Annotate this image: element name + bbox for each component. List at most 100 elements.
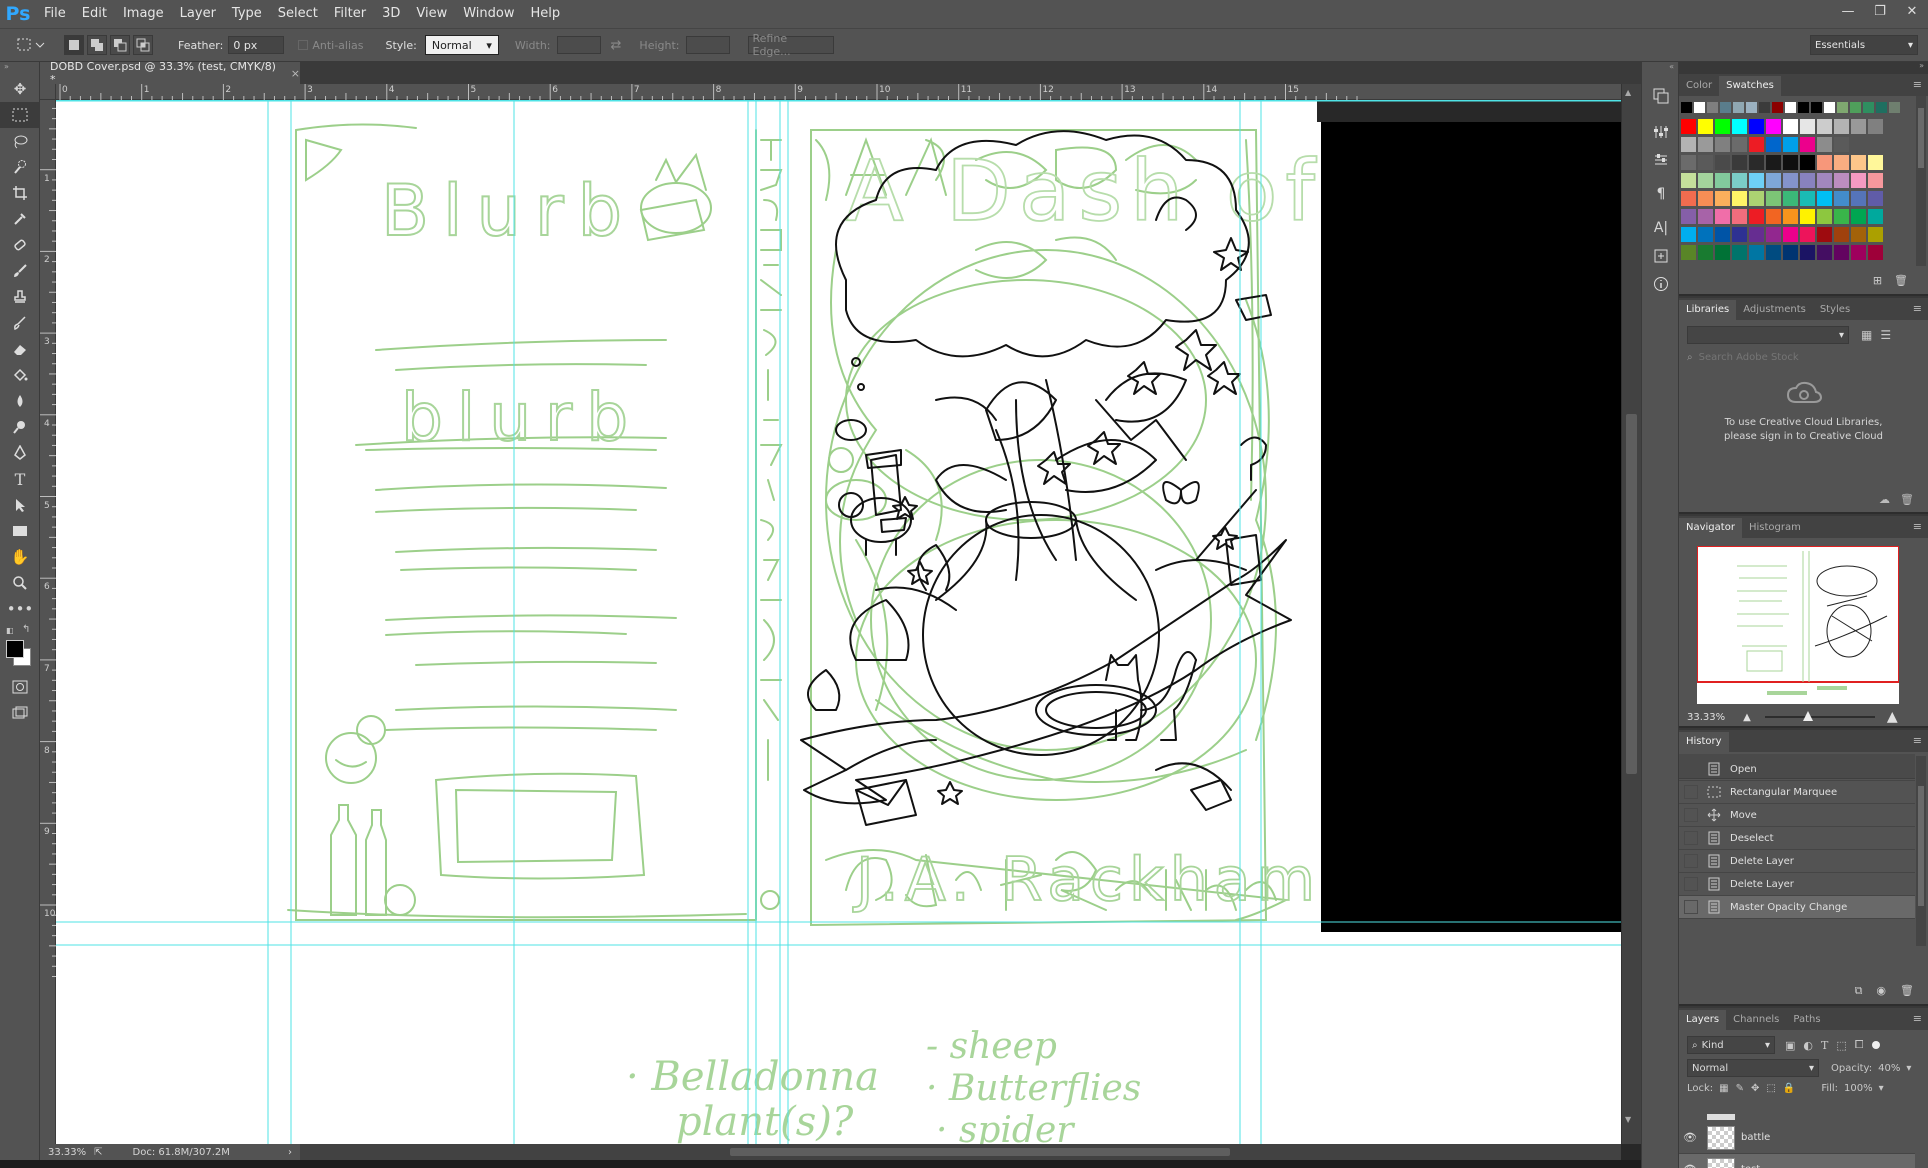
swatch[interactable] [1876,102,1887,113]
swatch[interactable] [1732,155,1747,170]
swatch[interactable] [1732,119,1747,134]
vertical-scrollbar[interactable]: ▲ ▼ [1621,84,1641,1144]
menu-file[interactable]: File [36,0,74,28]
swatch[interactable] [1783,173,1798,188]
swatch[interactable] [1817,227,1832,242]
swatch[interactable] [1868,227,1883,242]
swatch[interactable] [1698,227,1713,242]
swatch[interactable] [1698,191,1713,206]
opacity-value[interactable]: 40% [1878,1063,1900,1074]
swatches-grid[interactable] [1679,102,1909,263]
swatch[interactable] [1834,245,1849,260]
swatch[interactable] [1759,102,1770,113]
swatch[interactable] [1720,102,1731,113]
panel-menu-icon[interactable]: ≡ [1913,1012,1922,1025]
vertical-scroll-thumb[interactable] [1626,414,1637,774]
properties-icon[interactable] [1642,146,1680,174]
swatch[interactable] [1868,209,1883,224]
hand-tool-icon[interactable]: ✋ [0,544,40,570]
tool-preset-picker[interactable] [16,37,46,53]
style-select[interactable]: Normal ▾ [424,35,499,55]
swatch[interactable] [1715,191,1730,206]
menu-3d[interactable]: 3D [374,0,408,28]
swatch[interactable] [1800,173,1815,188]
zoom-tool-icon[interactable] [0,570,40,596]
swatch[interactable] [1851,245,1866,260]
collapse-arrows-icon[interactable]: » [0,62,39,76]
glyphs-icon[interactable] [1642,242,1680,270]
swatch[interactable] [1772,102,1783,113]
blend-mode-select[interactable]: Normal ▾ [1687,1059,1819,1077]
layer-row[interactable]: 👁 battle [1679,1122,1915,1154]
trash-icon[interactable]: 🗑 [1894,274,1908,287]
swatch[interactable] [1817,137,1832,152]
share-icon[interactable]: ⇱ [94,1147,102,1158]
swatch[interactable] [1851,119,1866,134]
swatch[interactable] [1766,191,1781,206]
swatch[interactable] [1749,245,1764,260]
tab-histogram[interactable]: Histogram [1742,518,1808,538]
filter-type-icon[interactable]: T [1821,1039,1828,1052]
swatch[interactable] [1681,119,1696,134]
subtract-from-selection-icon[interactable] [110,35,130,55]
swatch[interactable] [1715,137,1730,152]
swatch[interactable] [1834,227,1849,242]
swatch[interactable] [1681,102,1692,113]
feather-input[interactable]: 0 px [228,36,285,54]
swatch[interactable] [1681,155,1696,170]
tab-swatches[interactable]: Swatches [1719,76,1781,96]
height-input[interactable] [685,36,730,54]
zoom-level[interactable]: 33.33% [48,1147,86,1158]
antialias-checkbox[interactable] [298,40,309,50]
tab-adjustments[interactable]: Adjustments [1736,300,1813,320]
menu-type[interactable]: Type [224,0,270,28]
menu-select[interactable]: Select [270,0,326,28]
dodge-tool-icon[interactable] [0,414,40,440]
brush-presets-icon[interactable] [1642,118,1680,146]
swatch[interactable] [1749,155,1764,170]
swatch[interactable] [1749,209,1764,224]
swatch[interactable] [1732,209,1747,224]
eye-icon[interactable]: 👁 [1679,1163,1701,1168]
swatch[interactable] [1766,227,1781,242]
swatch[interactable] [1817,173,1832,188]
swatch[interactable] [1698,137,1713,152]
swatch[interactable] [1766,155,1781,170]
layer-filter-select[interactable]: ⌕ Kind ▾ [1687,1036,1775,1054]
intersect-selection-icon[interactable] [133,35,153,55]
library-select[interactable]: ▾ [1687,326,1849,344]
history-brush-source-checkbox[interactable] [1684,900,1698,914]
swatch[interactable] [1766,245,1781,260]
history-brush-source-checkbox[interactable] [1684,785,1698,799]
menu-layer[interactable]: Layer [172,0,224,28]
horizontal-scrollbar[interactable] [300,1144,1621,1160]
swatch[interactable] [1868,245,1883,260]
trash-icon[interactable]: 🗑 [1900,493,1914,506]
eye-icon[interactable]: 👁 [1679,1131,1701,1144]
swatch[interactable] [1698,155,1713,170]
swatch[interactable] [1715,209,1730,224]
swatch[interactable] [1834,191,1849,206]
type-tool-icon[interactable]: T [0,466,40,492]
history-brush-source-checkbox[interactable] [1684,831,1698,845]
swatch[interactable] [1766,173,1781,188]
menu-view[interactable]: View [408,0,455,28]
history-state[interactable]: Delete Layer [1679,850,1915,873]
swatch[interactable] [1681,209,1696,224]
swatches-scrollbar[interactable] [1916,96,1926,266]
swatch[interactable] [1834,137,1849,152]
swap-arrows-icon[interactable]: ⇄ [611,38,622,53]
clone-stamp-tool-icon[interactable] [0,284,40,310]
menu-edit[interactable]: Edit [74,0,115,28]
crop-tool-icon[interactable] [0,180,40,206]
swatch[interactable] [1766,209,1781,224]
tab-channels[interactable]: Channels [1726,1010,1786,1030]
panel-menu-icon[interactable]: ≡ [1913,302,1922,315]
swatch[interactable] [1800,245,1815,260]
history-state[interactable]: Move [1679,804,1915,827]
layer-row-selected[interactable]: 👁 test [1679,1154,1915,1168]
swatch[interactable] [1681,137,1696,152]
move-tool-icon[interactable]: ✥ [0,76,40,102]
swatch[interactable] [1800,227,1815,242]
close-button[interactable]: ✕ [1896,0,1928,22]
